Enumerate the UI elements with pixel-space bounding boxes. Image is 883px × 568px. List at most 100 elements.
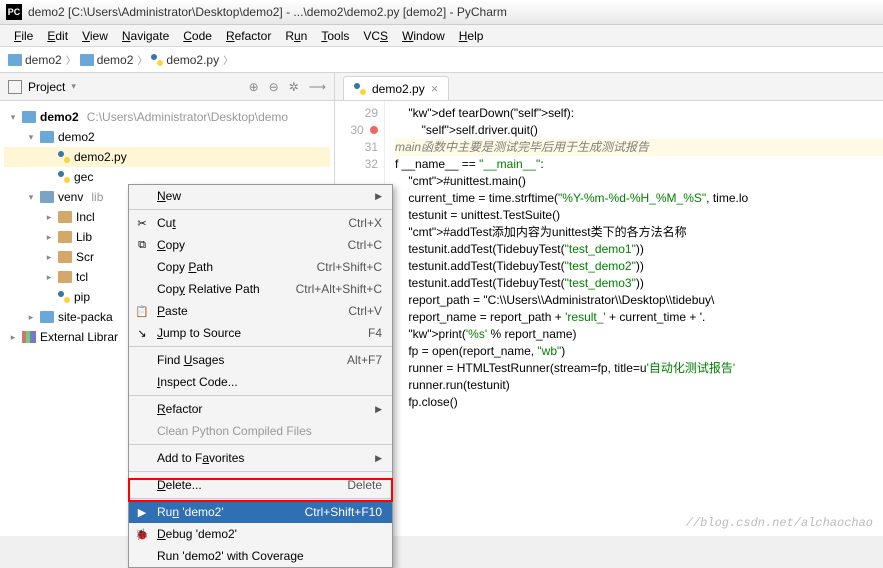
menu-item-cut[interactable]: ✂CutCtrl+X — [129, 212, 392, 234]
menu-help[interactable]: Help — [453, 27, 490, 45]
menu-item-copy-path[interactable]: Copy PathCtrl+Shift+C — [129, 256, 392, 278]
folder-icon — [40, 131, 54, 143]
menu-refactor[interactable]: Refactor — [220, 27, 277, 45]
menu-item-copy[interactable]: ⧉ Copy Ctrl+C — [129, 234, 392, 256]
menu-separator — [129, 498, 392, 499]
menu-item-icon: ✂ — [135, 216, 149, 230]
watermark: //blog.csdn.net/alchaochao — [686, 516, 873, 530]
menu-run[interactable]: Run — [279, 27, 313, 45]
crumb-demo2-root[interactable]: demo2 — [8, 53, 62, 67]
chevron-down-icon[interactable]: ▾ — [26, 192, 36, 203]
tree-root[interactable]: ▾demo2C:\Users\Administrator\Desktop\dem… — [4, 107, 330, 127]
chevron-right-icon: 〉 — [223, 52, 233, 67]
menu-item-copy-relative-path[interactable]: Copy Relative Path Ctrl+Alt+Shift+C — [129, 278, 392, 300]
menu-item-label: Copy — [157, 238, 185, 252]
titlebar: PC demo2 [C:\Users\Administrator\Desktop… — [0, 0, 883, 25]
editor-pane: demo2.py × 29 30 31 32 "kw">def tearDown… — [335, 73, 883, 536]
menu-item-refactor[interactable]: Refactor ▶ — [129, 398, 392, 420]
chevron-right-icon[interactable]: ▸ — [44, 252, 54, 263]
menu-shortcut: Ctrl+Alt+Shift+C — [296, 282, 382, 296]
menu-separator — [129, 395, 392, 396]
chevron-right-icon[interactable]: ▸ — [44, 232, 54, 243]
dropdown-icon[interactable]: ▾ — [71, 81, 76, 92]
python-file-icon — [58, 291, 70, 303]
library-icon — [22, 331, 36, 343]
locate-icon[interactable]: ⊖ — [269, 80, 279, 94]
menu-item-label: Jump to Source — [157, 326, 241, 340]
menu-code[interactable]: Code — [177, 27, 218, 45]
menu-vcs[interactable]: VCS — [357, 27, 394, 45]
menu-item-clean-python-compiled-files: Clean Python Compiled Files — [129, 420, 392, 442]
menu-item-run-demo2-with-coverage[interactable]: Run 'demo2' with Coverage — [129, 545, 392, 567]
menu-item-new[interactable]: New▶ — [129, 185, 392, 207]
menu-navigate[interactable]: Navigate — [116, 27, 175, 45]
window-title: demo2 [C:\Users\Administrator\Desktop\de… — [28, 5, 507, 19]
menubar: File Edit View Navigate Code Refactor Ru… — [0, 25, 883, 47]
submenu-arrow-icon: ▶ — [375, 404, 382, 415]
tree-demo2py[interactable]: demo2.py — [4, 147, 330, 167]
menu-edit[interactable]: Edit — [41, 27, 74, 45]
breakpoint-icon[interactable] — [370, 126, 378, 134]
crumb-demo2[interactable]: demo2 — [80, 53, 134, 67]
menu-shortcut: Ctrl+C — [348, 238, 382, 252]
menu-item-inspect-code[interactable]: Inspect Code... — [129, 371, 392, 393]
menu-separator — [129, 209, 392, 210]
menu-item-jump-to-source[interactable]: ↘ Jump to Source F4 — [129, 322, 392, 344]
editor-tabs: demo2.py × — [335, 73, 883, 101]
code-area[interactable]: "kw">def tearDown("self">self): "self">s… — [385, 101, 883, 536]
editor-body[interactable]: 29 30 31 32 "kw">def tearDown("self">sel… — [335, 101, 883, 536]
chevron-right-icon: 〉 — [66, 52, 76, 67]
sidebar-title: Project — [28, 80, 65, 94]
menu-item-label: Find Usages — [157, 353, 224, 367]
menu-shortcut: Ctrl+V — [348, 304, 382, 318]
menu-item-icon: ↘ — [135, 326, 149, 340]
chevron-down-icon[interactable]: ▾ — [8, 112, 18, 123]
menu-item-label: Paste — [157, 304, 188, 318]
menu-item-label: Refactor — [157, 402, 202, 416]
menu-item-delete[interactable]: Delete...Delete — [129, 474, 392, 496]
crumb-demo2py[interactable]: demo2.py — [151, 53, 219, 67]
chevron-right-icon[interactable]: ▸ — [44, 272, 54, 283]
gear-icon[interactable]: ✲ — [289, 80, 299, 94]
python-file-icon — [58, 171, 70, 183]
editor-tab-demo2py[interactable]: demo2.py × — [343, 76, 449, 100]
menu-item-run-demo2[interactable]: ▶Run 'demo2'Ctrl+Shift+F10 — [129, 501, 392, 523]
menu-item-label: Run 'demo2' with Coverage — [157, 549, 304, 563]
folder-icon — [80, 54, 94, 66]
collapse-icon[interactable]: ⊕ — [249, 80, 259, 94]
tree-demo2-folder[interactable]: ▾demo2 — [4, 127, 330, 147]
chevron-right-icon[interactable]: ▸ — [44, 212, 54, 223]
menu-separator — [129, 471, 392, 472]
breadcrumb: demo2 〉 demo2 〉 demo2.py 〉 — [0, 47, 883, 73]
folder-icon — [40, 311, 54, 323]
menu-item-add-to-favorites[interactable]: Add to Favorites ▶ — [129, 447, 392, 469]
folder-icon — [22, 111, 36, 123]
menu-shortcut: Ctrl+X — [348, 216, 382, 230]
menu-shortcut: F4 — [368, 326, 382, 340]
hide-icon[interactable]: ⟶ — [309, 80, 326, 94]
menu-item-label: Add to Favorites — [157, 451, 244, 465]
menu-window[interactable]: Window — [396, 27, 451, 45]
menu-item-icon: ⧉ — [135, 238, 149, 252]
chevron-right-icon[interactable]: ▸ — [26, 312, 36, 323]
close-icon[interactable]: × — [431, 81, 439, 96]
python-file-icon — [58, 151, 70, 163]
submenu-arrow-icon: ▶ — [375, 191, 382, 202]
menu-tools[interactable]: Tools — [315, 27, 355, 45]
menu-item-find-usages[interactable]: Find Usages Alt+F7 — [129, 349, 392, 371]
chevron-down-icon[interactable]: ▾ — [26, 132, 36, 143]
folder-icon — [58, 271, 72, 283]
context-menu: New▶ ✂CutCtrl+X ⧉ Copy Ctrl+C Copy PathCtrl+S… — [128, 184, 393, 568]
menu-file[interactable]: File — [8, 27, 39, 45]
submenu-arrow-icon: ▶ — [375, 453, 382, 464]
menu-shortcut: Alt+F7 — [347, 353, 382, 367]
menu-item-icon: ▶ — [135, 505, 149, 519]
menu-item-paste[interactable]: 📋PasteCtrl+V — [129, 300, 392, 322]
chevron-right-icon[interactable]: ▸ — [8, 332, 18, 343]
menu-view[interactable]: View — [76, 27, 114, 45]
sidebar-header: Project ▾ ⊕ ⊖ ✲ ⟶ — [0, 73, 334, 101]
menu-item-debug-demo2[interactable]: 🐞Debug 'demo2' — [129, 523, 392, 545]
menu-item-label: Copy Relative Path — [157, 282, 260, 296]
folder-icon — [40, 191, 54, 203]
folder-icon — [58, 211, 72, 223]
